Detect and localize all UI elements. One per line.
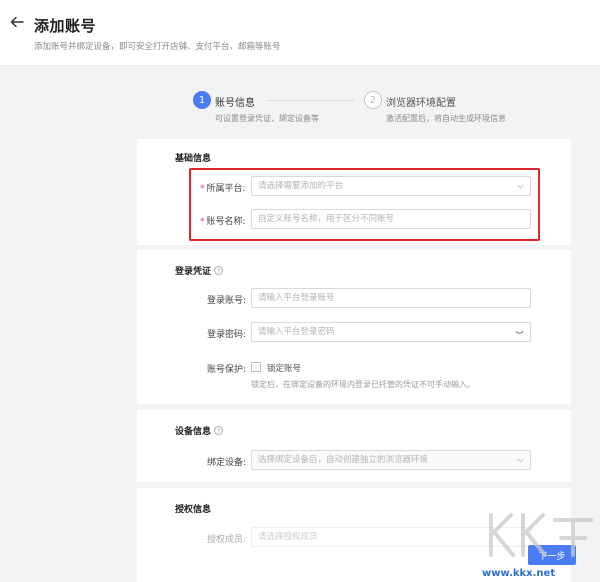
watermark-site: www.kkx.net <box>482 568 556 579</box>
device-card: 设备信息? 绑定设备: 选择绑定设备后，自动创建独立的浏览器环境 <box>137 410 571 482</box>
next-step-button[interactable]: 下一步 <box>528 545 576 565</box>
member-select[interactable]: 请选择授权成员 <box>251 527 531 547</box>
platform-label: * 所属平台: <box>200 184 246 194</box>
account-name-input[interactable]: 自定义账号名称，用于区分不同账号 <box>251 209 531 229</box>
help-icon[interactable]: ? <box>214 426 224 435</box>
step-2-title: 浏览器环境配置 <box>386 98 456 109</box>
login-title: 登录凭证? <box>175 264 224 277</box>
auth-title: 授权信息 <box>175 505 212 515</box>
help-icon[interactable]: ? <box>214 266 224 275</box>
step-connector <box>268 100 354 101</box>
login-password-input[interactable]: 请输入平台登录密码 <box>251 322 531 342</box>
lock-account-label[interactable]: 锁定账号 <box>267 362 301 374</box>
member-label: 授权成员: <box>207 535 247 545</box>
bind-device-label: 绑定设备: <box>207 458 247 468</box>
protect-label: 账号保护: <box>207 365 247 375</box>
step-2-number: 2 <box>364 91 382 109</box>
basic-info-title: 基础信息 <box>175 154 212 164</box>
step-2-desc: 激活配置后，将自动生成环境信息 <box>386 114 506 123</box>
eye-toggle-icon[interactable] <box>515 328 524 337</box>
login-card: 登录凭证? 登录账号: 请输入平台登录账号 登录密码: 请输入平台登录密码 账号… <box>137 250 571 404</box>
platform-select[interactable]: 请选择需要添加的平台 <box>251 176 531 196</box>
page-title: 添加账号 <box>34 17 97 35</box>
device-title: 设备信息? <box>175 424 224 437</box>
bind-device-select[interactable]: 选择绑定设备后，自动创建独立的浏览器环境 <box>251 450 531 470</box>
step-1-title: 账号信息 <box>215 98 255 109</box>
step-1-desc: 可设置登录凭证、绑定设备等 <box>215 114 319 123</box>
chevron-down-icon <box>517 184 524 189</box>
chevron-down-icon <box>517 458 524 463</box>
account-name-label: * 账号名称: <box>200 217 246 227</box>
login-account-input[interactable]: 请输入平台登录账号 <box>251 288 531 308</box>
login-account-label: 登录账号: <box>207 296 247 306</box>
page-subtitle: 添加账号并绑定设备，即可安全打开店铺、支付平台、邮箱等账号 <box>34 42 281 52</box>
back-arrow-icon[interactable] <box>9 14 25 30</box>
basic-info-card: 基础信息 * 所属平台: 请选择需要添加的平台 * 账号名称: 自定义账号名称，用于… <box>137 139 571 245</box>
login-password-label: 登录密码: <box>207 330 247 340</box>
step-1-number: 1 <box>193 91 211 109</box>
lock-account-checkbox[interactable] <box>251 362 261 372</box>
step-indicator: 1 账号信息 可设置登录凭证、绑定设备等 2 浏览器环境配置 激活配置后，将自动… <box>0 90 600 130</box>
lock-hint: 锁定后，在绑定设备的环境内登录已托管的凭证不可手动输入。 <box>251 380 475 389</box>
page-header: 添加账号 添加账号并绑定设备，即可安全打开店铺、支付平台、邮箱等账号 <box>0 0 600 66</box>
